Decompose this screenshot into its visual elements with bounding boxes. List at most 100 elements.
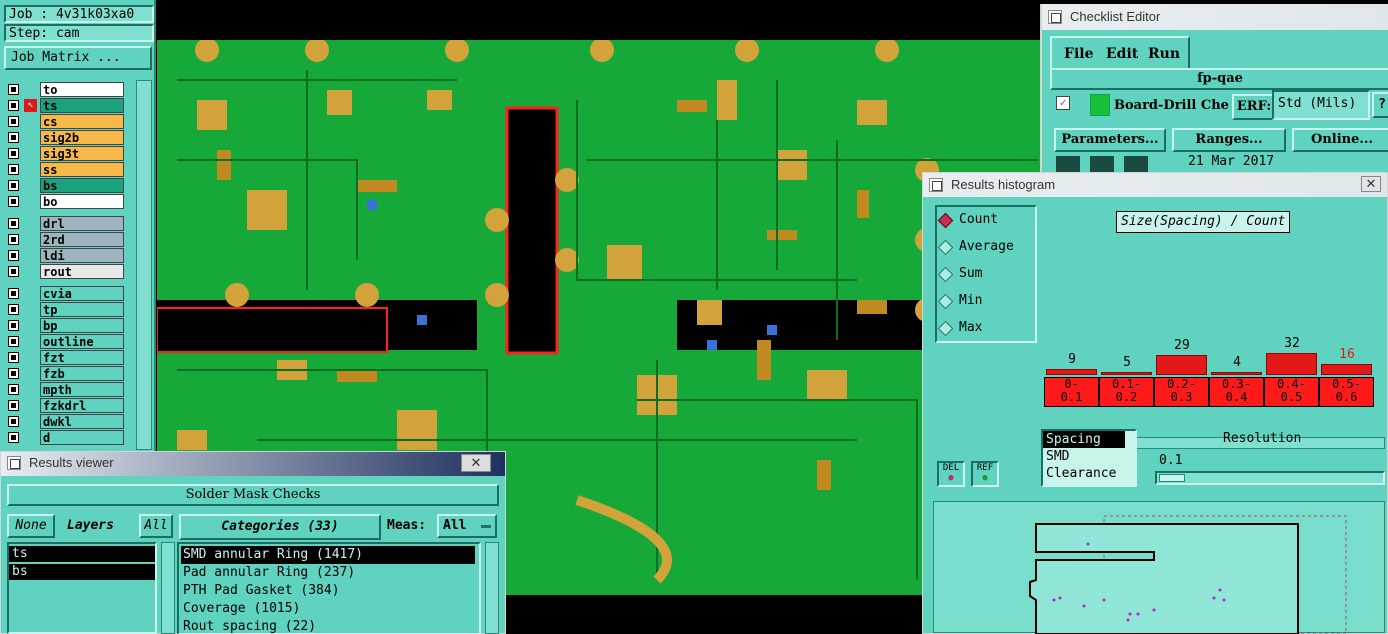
menu-file[interactable]: File xyxy=(1064,42,1093,70)
layer-row[interactable]: ldi xyxy=(6,248,124,263)
layer-row[interactable]: mpth xyxy=(6,382,124,397)
online-button[interactable]: Online... xyxy=(1292,128,1388,152)
layer-checkbox[interactable] xyxy=(8,416,19,427)
layer-name[interactable]: ts xyxy=(40,98,124,113)
close-icon[interactable]: ✕ xyxy=(461,454,491,472)
layer-checkbox[interactable] xyxy=(8,218,19,229)
meas-dropdown[interactable]: All xyxy=(437,514,497,538)
mode-max-radio[interactable]: Max xyxy=(937,317,982,339)
layer-checkbox[interactable] xyxy=(8,116,19,127)
bin-label[interactable]: 0.3- 0.4 xyxy=(1209,377,1264,407)
layer-checkbox[interactable] xyxy=(8,250,19,261)
layer-checkbox[interactable] xyxy=(8,320,19,331)
none-button[interactable]: None xyxy=(7,514,55,538)
layer-row[interactable]: d xyxy=(6,430,124,445)
layer-name[interactable]: 2rd xyxy=(40,232,124,247)
categories-header[interactable]: Categories (33) xyxy=(179,514,381,540)
help-button[interactable]: ? xyxy=(1372,92,1388,118)
layer-checkbox[interactable] xyxy=(8,352,19,363)
layer-name[interactable]: cvia xyxy=(40,286,124,301)
layer-row[interactable]: sig3t xyxy=(6,146,124,161)
categories-scrollbar[interactable] xyxy=(485,542,499,634)
bin-label[interactable]: 0.2- 0.3 xyxy=(1154,377,1209,407)
parameters-button[interactable]: Parameters... xyxy=(1054,128,1166,152)
layer-name[interactable]: fzkdrl xyxy=(40,398,124,413)
layer-row[interactable]: drl xyxy=(6,216,124,231)
layer-row[interactable]: bo xyxy=(6,194,124,209)
layer-name[interactable]: mpth xyxy=(40,382,124,397)
layer-row[interactable]: rout xyxy=(6,264,124,279)
layer-row[interactable]: tp xyxy=(6,302,124,317)
layer-row[interactable]: bp xyxy=(6,318,124,333)
layer-checkbox[interactable] xyxy=(8,234,19,245)
measure-item-spacing[interactable]: Spacing xyxy=(1043,431,1125,448)
layer-name[interactable]: to xyxy=(40,82,124,97)
layer-item-bs[interactable]: bs xyxy=(9,564,155,580)
layer-name[interactable]: d xyxy=(40,430,124,445)
histogram-bar[interactable] xyxy=(1266,353,1317,375)
layer-row[interactable]: fzt xyxy=(6,350,124,365)
layer-name[interactable]: tp xyxy=(40,302,124,317)
menu-run[interactable]: Run xyxy=(1148,42,1180,70)
histogram-bar[interactable] xyxy=(1211,372,1262,375)
layer-checkbox[interactable] xyxy=(8,148,19,159)
results-viewer-titlebar[interactable]: Results viewer ✕ xyxy=(1,452,505,476)
layer-row[interactable]: cs xyxy=(6,114,124,129)
layer-checkbox[interactable] xyxy=(8,266,19,277)
layer-name[interactable]: ldi xyxy=(40,248,124,263)
category-item[interactable]: Pad annular Ring (237) xyxy=(181,564,475,582)
layer-checkbox[interactable] xyxy=(8,368,19,379)
layer-row[interactable]: fzb xyxy=(6,366,124,381)
job-matrix-button[interactable]: Job Matrix ... xyxy=(4,46,152,70)
ranges-button[interactable]: Ranges... xyxy=(1172,128,1286,152)
layer-name[interactable]: outline xyxy=(40,334,124,349)
layer-checkbox[interactable] xyxy=(8,100,19,111)
histogram-bar[interactable] xyxy=(1101,372,1152,375)
layer-name[interactable]: sig2b xyxy=(40,130,124,145)
bin-label[interactable]: 0.4- 0.5 xyxy=(1264,377,1319,407)
layer-name[interactable]: rout xyxy=(40,264,124,279)
layers-scrollbar[interactable] xyxy=(161,542,175,634)
layer-checkbox[interactable] xyxy=(8,84,19,95)
category-item[interactable]: SMD annular Ring (1417) xyxy=(181,546,475,564)
histogram-titlebar[interactable]: Results histogram ✕ xyxy=(923,173,1387,197)
layer-checkbox[interactable] xyxy=(8,288,19,299)
histogram-bar[interactable] xyxy=(1046,369,1097,375)
bin-label[interactable]: 0.1- 0.2 xyxy=(1099,377,1154,407)
board-preview[interactable] xyxy=(933,501,1385,634)
layer-row[interactable]: to xyxy=(6,82,124,97)
bin-label[interactable]: 0- 0.1 xyxy=(1044,377,1099,407)
action-label[interactable]: Board-Drill Che xyxy=(1114,98,1232,113)
layer-row[interactable]: ↖ ts xyxy=(6,98,124,113)
layer-row[interactable]: dwkl xyxy=(6,414,124,429)
erf-button[interactable]: ERF: xyxy=(1232,94,1276,120)
layer-item-ts[interactable]: ts xyxy=(9,546,155,562)
checklist-editor-titlebar[interactable]: Checklist Editor xyxy=(1042,4,1388,30)
layer-name[interactable]: bo xyxy=(40,194,124,209)
layer-checkbox[interactable] xyxy=(8,180,19,191)
layer-list-scrollbar[interactable] xyxy=(136,80,152,450)
mode-sum-radio[interactable]: Sum xyxy=(937,263,982,285)
layer-name[interactable]: cs xyxy=(40,114,124,129)
layer-checkbox[interactable] xyxy=(8,196,19,207)
all-layers-button[interactable]: All xyxy=(139,514,173,538)
layer-name[interactable]: bp xyxy=(40,318,124,333)
layer-name[interactable]: sig3t xyxy=(40,146,124,161)
layer-checkbox[interactable] xyxy=(8,432,19,443)
ref-button[interactable]: REF ● xyxy=(971,461,999,487)
layer-checkbox[interactable] xyxy=(8,400,19,411)
bin-label[interactable]: 0.5- 0.6 xyxy=(1319,377,1374,407)
layer-checkbox[interactable] xyxy=(8,164,19,175)
menu-edit[interactable]: Edit xyxy=(1106,42,1138,70)
layer-row[interactable]: fzkdrl xyxy=(6,398,124,413)
layer-row[interactable]: sig2b xyxy=(6,130,124,145)
mode-average-radio[interactable]: Average xyxy=(937,236,1014,258)
layer-row[interactable]: ss xyxy=(6,162,124,177)
layer-checkbox[interactable] xyxy=(8,304,19,315)
resolution-slider[interactable] xyxy=(1155,471,1385,485)
mode-count-radio[interactable]: Count xyxy=(937,209,998,231)
mode-min-radio[interactable]: Min xyxy=(937,290,982,312)
layer-name[interactable]: drl xyxy=(40,216,124,231)
layer-row[interactable]: 2rd xyxy=(6,232,124,247)
histogram-bar[interactable] xyxy=(1321,364,1372,375)
